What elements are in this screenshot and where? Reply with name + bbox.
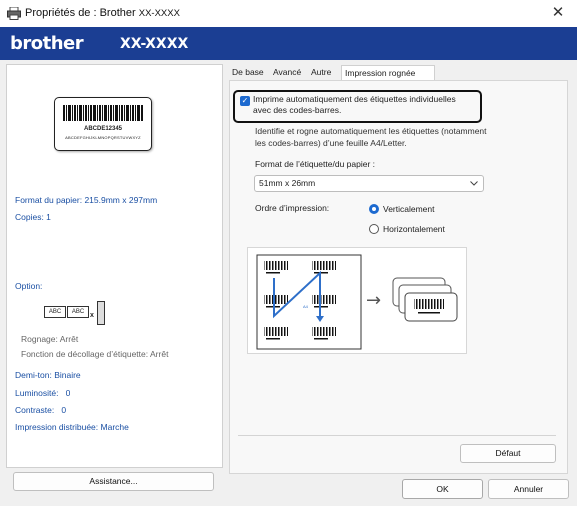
tab-basic[interactable]: De base bbox=[229, 65, 267, 80]
svg-text:→: → bbox=[366, 290, 381, 311]
banner-model: XX-XXXX bbox=[120, 36, 189, 52]
tab-advanced[interactable]: Avancé bbox=[270, 65, 304, 80]
crop-illustration-graphic: A4 → bbox=[256, 254, 458, 350]
window-title: Propriétés de : Brother XX-XXXX bbox=[25, 7, 180, 19]
abc-label-icon-2: ABC bbox=[67, 306, 89, 318]
order-vertical-radio[interactable] bbox=[369, 204, 379, 214]
chevron-down-icon bbox=[470, 181, 478, 186]
auto-crop-checkbox[interactable]: ✓ bbox=[240, 96, 250, 106]
svg-text:A4: A4 bbox=[303, 304, 309, 309]
order-label: Ordre d’impression: bbox=[255, 203, 330, 213]
cancel-button[interactable]: Annuler bbox=[488, 479, 569, 499]
label-preview: ABCDE12345 ABCDEFGHIJKLMNOPQRSTUVWXYZ bbox=[54, 97, 152, 151]
barcode-image bbox=[63, 105, 143, 121]
paper-format-info: Format du papier: 215.9mm x 297mm bbox=[15, 195, 158, 205]
tab-other[interactable]: Autre bbox=[308, 65, 334, 80]
contrast-info: Contraste: 0 bbox=[15, 405, 67, 415]
crop-description: Identifie et rogne automatiquement les é… bbox=[255, 126, 487, 148]
option-heading: Option: bbox=[15, 281, 43, 291]
crop-illustration: A4 → bbox=[247, 247, 467, 354]
divider bbox=[238, 435, 556, 436]
brightness-info: Luminosité: 0 bbox=[15, 388, 71, 398]
default-button[interactable]: Défaut bbox=[460, 444, 556, 463]
assistance-button[interactable]: Assistance... bbox=[13, 472, 214, 491]
cutter-blade-icon bbox=[97, 301, 105, 325]
format-dropdown-value: 51mm x 26mm bbox=[259, 178, 316, 188]
order-horizontal-label[interactable]: Horizontalement bbox=[383, 224, 445, 234]
order-horizontal-radio[interactable] bbox=[369, 224, 379, 234]
format-label: Format de l’étiquette/du papier : bbox=[255, 159, 376, 169]
title-bar: Propriétés de : Brother XX-XXXX ✕ bbox=[0, 0, 577, 27]
tab-crop-printing[interactable]: Impression rognée bbox=[341, 65, 435, 81]
preview-small-text: ABCDEFGHIJKLMNOPQRSTUVWXYZ bbox=[65, 135, 141, 140]
cut-mark-icon: x bbox=[90, 312, 94, 319]
format-dropdown[interactable]: 51mm x 26mm bbox=[254, 175, 484, 192]
copies-info: Copies: 1 bbox=[15, 212, 51, 222]
peeler-info: Fonction de décollage d’étiquette: Arrêt bbox=[21, 349, 169, 359]
auto-crop-checkbox-label[interactable]: Imprime automatiquement des étiquettes i… bbox=[253, 94, 456, 116]
abc-label-icon: ABC bbox=[44, 306, 66, 318]
close-icon[interactable]: ✕ bbox=[549, 4, 567, 22]
preview-barcode-text: ABCDE12345 bbox=[83, 126, 123, 132]
brother-logo: brother bbox=[10, 33, 84, 54]
ok-button[interactable]: OK bbox=[402, 479, 483, 499]
option-cut-icon: ABC ABC x bbox=[44, 301, 116, 327]
cutting-info: Rognage: Arrêt bbox=[21, 334, 79, 344]
printer-icon bbox=[7, 7, 21, 20]
distributed-printing-info: Impression distribuée: Marche bbox=[15, 422, 129, 432]
order-vertical-label[interactable]: Verticalement bbox=[383, 204, 435, 214]
halftone-info: Demi-ton: Binaire bbox=[15, 370, 81, 380]
brand-banner: brother XX-XXXX bbox=[0, 27, 577, 60]
